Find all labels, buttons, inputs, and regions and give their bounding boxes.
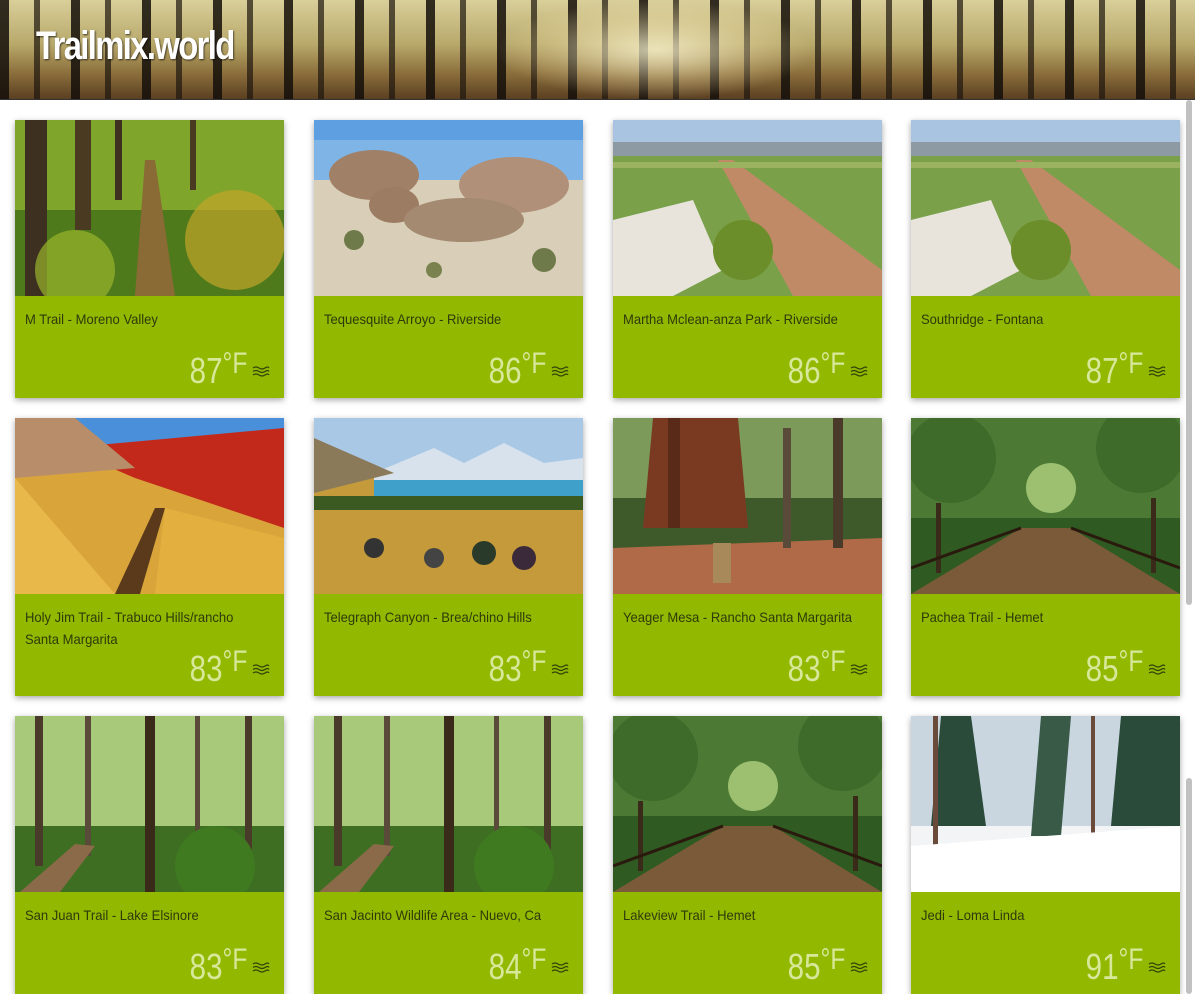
trail-name: M Trail - Moreno Valley	[25, 311, 158, 327]
temperature: 87°F	[1085, 344, 1143, 391]
wind-icon	[551, 662, 569, 675]
temperature-value: 83	[787, 648, 821, 689]
temperature-unit: °F	[521, 645, 546, 678]
trail-card[interactable]: Holy Jim Trail - Trabuco Hills/rancho Sa…	[15, 418, 284, 696]
wind-icon	[850, 662, 868, 675]
trail-photo	[314, 716, 583, 892]
temperature-value: 83	[189, 946, 223, 987]
trail-name: San Juan Trail - Lake Elsinore	[25, 907, 199, 923]
temperature: 83°F	[787, 642, 845, 689]
temperature-unit: °F	[222, 943, 247, 976]
temperature-value: 83	[189, 648, 223, 689]
wind-icon	[850, 960, 868, 973]
temperature-unit: °F	[1118, 645, 1143, 678]
temperature: 86°F	[488, 344, 546, 391]
scrollbar-thumb-lower[interactable]	[1186, 778, 1192, 994]
trail-name: Pachea Trail - Hemet	[921, 609, 1044, 625]
temperature-value: 87	[1085, 350, 1119, 391]
temperature: 85°F	[1085, 642, 1143, 689]
temperature: 85°F	[787, 940, 845, 987]
temperature-unit: °F	[820, 347, 845, 380]
temperature-unit: °F	[521, 347, 546, 380]
temperature-unit: °F	[1118, 347, 1143, 380]
wind-icon	[252, 364, 270, 377]
trail-card[interactable]: San Juan Trail - Lake Elsinore 83°F	[15, 716, 284, 994]
trail-card[interactable]: Tequesquite Arroyo - Riverside 86°F	[314, 120, 583, 398]
temperature-unit: °F	[820, 943, 845, 976]
trail-name: Lakeview Trail - Hemet	[623, 907, 756, 923]
temperature: 83°F	[189, 642, 247, 689]
wind-icon	[1148, 960, 1166, 973]
trail-photo	[911, 418, 1180, 594]
trail-photo	[15, 120, 284, 296]
temperature: 83°F	[189, 940, 247, 987]
trail-card[interactable]: Telegraph Canyon - Brea/chino Hills 83°F	[314, 418, 583, 696]
wind-icon	[1148, 662, 1166, 675]
trail-photo	[613, 120, 882, 296]
trail-photo	[15, 716, 284, 892]
temperature: 86°F	[787, 344, 845, 391]
wind-icon	[252, 662, 270, 675]
temperature-value: 86	[787, 350, 821, 391]
trail-card[interactable]: Yeager Mesa - Rancho Santa Margarita 83°F	[613, 418, 882, 696]
wind-icon	[252, 960, 270, 973]
wind-icon	[551, 960, 569, 973]
site-header: Trailmix.world	[0, 0, 1195, 100]
trail-name: Tequesquite Arroyo - Riverside	[324, 311, 502, 327]
trail-name: Southridge - Fontana	[921, 311, 1044, 327]
header-sun-glow	[495, 0, 815, 100]
temperature-value: 86	[488, 350, 522, 391]
wind-icon	[850, 364, 868, 377]
trail-photo	[314, 418, 583, 594]
trail-card[interactable]: M Trail - Moreno Valley 87°F	[15, 120, 284, 398]
trail-photo	[911, 716, 1180, 892]
site-title[interactable]: Trailmix.world	[36, 24, 235, 69]
trail-name: Telegraph Canyon - Brea/chino Hills	[324, 609, 532, 625]
temperature: 91°F	[1085, 940, 1143, 987]
temperature-value: 84	[488, 946, 522, 987]
trail-name: Yeager Mesa - Rancho Santa Margarita	[623, 609, 852, 625]
temperature-value: 85	[1085, 648, 1119, 689]
temperature-unit: °F	[820, 645, 845, 678]
temperature-unit: °F	[1118, 943, 1143, 976]
temperature-unit: °F	[521, 943, 546, 976]
temperature: 83°F	[488, 642, 546, 689]
temperature-value: 87	[189, 350, 223, 391]
trail-card[interactable]: Martha Mclean-anza Park - Riverside 86°F	[613, 120, 882, 398]
trail-name: Martha Mclean-anza Park - Riverside	[623, 311, 838, 327]
trail-card[interactable]: Jedi - Loma Linda 91°F	[911, 716, 1180, 994]
trail-name: Jedi - Loma Linda	[921, 907, 1025, 923]
trail-photo	[613, 716, 882, 892]
wind-icon	[551, 364, 569, 377]
wind-icon	[1148, 364, 1166, 377]
trail-card[interactable]: Pachea Trail - Hemet 85°F	[911, 418, 1180, 696]
trail-photo	[613, 418, 882, 594]
trail-card[interactable]: Lakeview Trail - Hemet 85°F	[613, 716, 882, 994]
temperature-unit: °F	[222, 645, 247, 678]
trail-card[interactable]: San Jacinto Wildlife Area - Nuevo, Ca 84°…	[314, 716, 583, 994]
temperature-unit: °F	[222, 347, 247, 380]
temperature-value: 85	[787, 946, 821, 987]
temperature: 84°F	[488, 940, 546, 987]
trail-name: San Jacinto Wildlife Area - Nuevo, Ca	[324, 907, 542, 923]
trail-photo	[314, 120, 583, 296]
temperature-value: 91	[1085, 946, 1119, 987]
temperature: 87°F	[189, 344, 247, 391]
trail-photo	[911, 120, 1180, 296]
trail-card[interactable]: Southridge - Fontana 87°F	[911, 120, 1180, 398]
temperature-value: 83	[488, 648, 522, 689]
trail-photo	[15, 418, 284, 594]
scrollbar-thumb[interactable]	[1186, 100, 1192, 605]
